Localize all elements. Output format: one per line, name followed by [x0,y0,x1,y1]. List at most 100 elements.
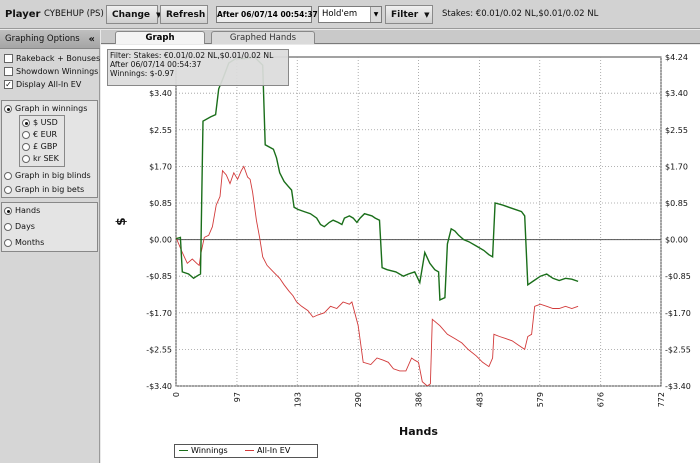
radio-label: Hands [15,206,41,215]
option-label: Rakeback + Bonuses [16,54,101,63]
refresh-label: Refresh [166,10,206,20]
legend-swatch [245,450,254,451]
radio-icon[interactable] [4,222,12,231]
y-tick-label-right: $4.24 [665,53,688,62]
x-axis-title: Hands [399,425,438,438]
filter-summary-box: Filter: Stakes: €0.01/0.02 NL,$0.01/0.02… [107,49,289,86]
player-name: CYBEHUP (PS) [44,9,104,19]
graphing-options-panel: Graphing Options « Rakeback + Bonuses Sh… [0,30,100,463]
panel-header: Graphing Options « [0,30,100,49]
legend-label: Winnings [191,446,228,455]
radio-months[interactable]: Months [4,237,44,250]
x-tick-label: 193 [293,392,302,407]
y-tick-label: -$3.40 [146,382,172,391]
y-tick-label-right: -$1.70 [665,309,691,318]
filter-after-line: After 06/07/14 00:54:37 [110,60,202,69]
radio-icon[interactable] [4,171,12,180]
tab-graph[interactable]: Graph [115,31,205,44]
y-axis-title: $ [114,217,128,225]
checkmark-icon[interactable]: ✓ [4,80,13,89]
checkbox-icon[interactable] [4,54,13,63]
y-tick-label-right: $3.40 [665,89,688,98]
filter-label: Filter [391,10,419,20]
x-tick-label: 0 [172,392,181,397]
radio-hands[interactable]: Hands [4,205,40,218]
x-tick-label: 772 [657,392,666,407]
radio-label: € EUR [33,130,58,139]
tab-graphed-hands[interactable]: Graphed Hands [211,31,315,44]
radio-selected-icon[interactable] [4,104,12,113]
radio-selected-icon[interactable] [4,206,12,215]
chevron-down-icon[interactable]: ▼ [370,7,381,22]
player-label: Player [5,9,41,20]
game-type-value: Hold'em [322,9,358,19]
radio-days[interactable]: Days [4,221,35,234]
option-display-allin-ev[interactable]: ✓ Display All-In EV [4,79,81,92]
game-type-select[interactable]: Hold'em ▼ [318,6,382,23]
y-tick-label-right: -$2.55 [665,345,691,354]
option-rakeback[interactable]: Rakeback + Bonuses [4,53,100,66]
radio-label: Graph in winnings [15,104,88,113]
y-tick-label: $1.70 [149,162,172,171]
radio-label: Graph in big bets [15,185,85,194]
x-tick-label: 386 [415,392,424,407]
panel-title: Graphing Options [5,34,80,44]
legend-label: All-In EV [257,446,291,455]
radio-label: $ USD [33,118,58,127]
y-tick-label-right: $2.55 [665,126,688,135]
y-tick-label: $3.40 [149,89,172,98]
y-tick-label-right: $0.00 [665,236,688,245]
checkbox-icon[interactable] [4,67,13,76]
chart-legend: Winnings All-In EV [174,444,318,458]
after-date-field[interactable]: After 06/07/14 00:54:37 [216,6,318,23]
radio-currency-sek[interactable]: kr SEK [22,153,59,166]
x-tick-label: 676 [597,392,606,407]
y-tick-label: -$1.70 [146,309,172,318]
stakes-text: Stakes: €0.01/0.02 NL,$0.01/0.02 NL [442,9,599,19]
change-button[interactable]: Change ▼ [106,5,161,24]
radio-label: kr SEK [33,154,59,163]
legend-item-winnings: Winnings [179,445,228,457]
radio-label: Graph in big blinds [15,171,91,180]
radio-icon[interactable] [22,142,30,151]
radio-label: Days [15,222,35,231]
radio-label: Months [15,238,45,247]
winnings-chart: $3.40 $2.55 $1.70 $0.85 $0.00 -$0.85 -$1.70 -$2… [114,53,691,438]
y-tick-label: -$2.55 [146,345,172,354]
x-tick-label: 97 [233,392,242,402]
x-tick-label: 579 [536,392,545,407]
radio-icon[interactable] [22,130,30,139]
radio-icon[interactable] [22,154,30,163]
y-tick-label: $0.85 [149,199,172,208]
graph-area: $3.40 $2.55 $1.70 $0.85 $0.00 -$0.85 -$1.70 -$2… [101,45,700,463]
legend-swatch [179,450,188,451]
y-tick-label-right: -$3.40 [665,382,691,391]
y-tick-label: $0.00 [149,236,172,245]
toolbar: Player CYBEHUP (PS) Change ▼ Refresh Afte… [0,0,700,29]
option-label: Display All-In EV [16,80,82,89]
collapse-icon[interactable]: « [89,30,95,49]
filter-button[interactable]: Filter ▼ [385,5,433,24]
radio-selected-icon[interactable] [22,118,30,127]
tab-bar: Graph Graphed Hands [101,30,700,44]
radio-icon[interactable] [4,238,12,247]
filter-line: Filter: Stakes: €0.01/0.02 NL,$0.01/0.02… [110,51,274,60]
radio-icon[interactable] [4,185,12,194]
change-label: Change [112,10,151,20]
y-tick-label: $2.55 [149,126,172,135]
app-window: Player CYBEHUP (PS) Change ▼ Refresh Afte… [0,0,700,463]
x-tick-label: 483 [475,392,484,407]
winnings-line: Winnings: $-0.97 [110,69,175,78]
option-label: Showdown Winnings [16,67,99,76]
refresh-button[interactable]: Refresh [160,5,208,24]
radio-graph-in-big-bets[interactable]: Graph in big bets [4,184,84,197]
x-tick-label: 290 [354,392,363,407]
y-tick-label-right: -$0.85 [665,272,691,281]
y-tick-label: -$0.85 [146,272,172,281]
legend-item-allin-ev: All-In EV [245,445,290,457]
option-showdown-winnings[interactable]: Showdown Winnings [4,66,98,79]
y-tick-label-right: $0.85 [665,199,688,208]
radio-graph-in-big-blinds[interactable]: Graph in big blinds [4,170,91,183]
y-tick-label-right: $1.70 [665,162,688,171]
chevron-down-icon: ▼ [424,11,430,19]
